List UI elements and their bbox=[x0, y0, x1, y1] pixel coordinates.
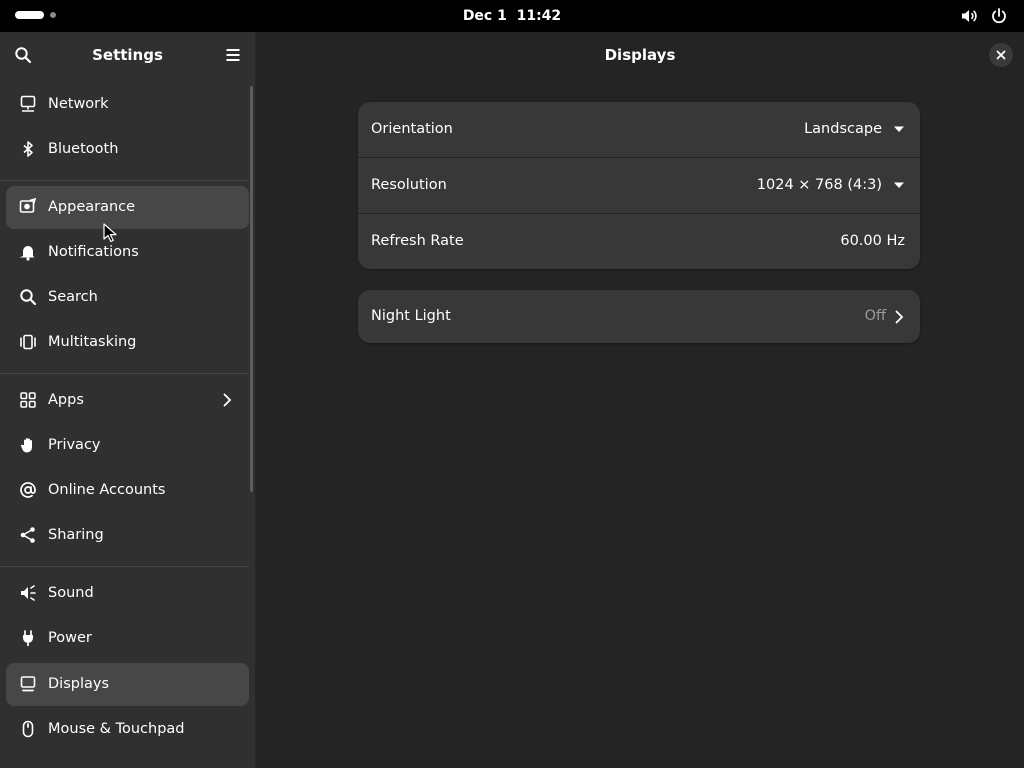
bluetooth-icon bbox=[23, 141, 33, 157]
sidebar-item-bluetooth[interactable]: Bluetooth bbox=[6, 128, 249, 171]
share-icon bbox=[20, 527, 35, 543]
resolution-value[interactable]: 1024 × 768 (4:3) bbox=[757, 158, 882, 213]
mouse-pointer-icon bbox=[103, 223, 117, 243]
sidebar-item-label: Notifications bbox=[48, 244, 139, 260]
sidebar-item-notifications[interactable]: Notifications bbox=[6, 231, 249, 274]
clock[interactable]: Dec 1 11:42 bbox=[0, 0, 1024, 32]
volume-icon[interactable] bbox=[960, 7, 978, 25]
sidebar-item-label: Sound bbox=[48, 585, 94, 601]
sidebar-item-appearance[interactable]: Appearance bbox=[6, 186, 249, 229]
refresh-rate-row: Refresh Rate 60.00 Hz bbox=[358, 213, 920, 269]
clock-date: Dec 1 bbox=[462, 8, 507, 24]
night-light-row[interactable]: Night Light Off bbox=[358, 290, 920, 343]
appearance-icon bbox=[19, 198, 37, 213]
sidebar-header: Settings bbox=[0, 32, 255, 78]
dropdown-arrow-icon[interactable] bbox=[893, 124, 905, 134]
resolution-row[interactable]: Resolution 1024 × 768 (4:3) bbox=[358, 157, 920, 213]
search-icon bbox=[20, 289, 37, 306]
orientation-row[interactable]: Orientation Landscape bbox=[358, 102, 920, 157]
close-icon bbox=[996, 50, 1006, 60]
sidebar-item-sound[interactable]: Sound bbox=[6, 572, 249, 615]
refresh-rate-value: 60.00 Hz bbox=[840, 233, 905, 249]
chevron-right-icon bbox=[223, 393, 232, 407]
sidebar: Settings Network Bluetooth Appearance No… bbox=[0, 32, 256, 768]
sidebar-title: Settings bbox=[92, 46, 163, 64]
clock-time: 11:42 bbox=[516, 8, 562, 24]
resolution-label: Resolution bbox=[371, 177, 447, 193]
system-tray[interactable] bbox=[960, 7, 1008, 25]
refresh-rate-label: Refresh Rate bbox=[371, 233, 464, 249]
sidebar-item-label: Sharing bbox=[48, 527, 104, 543]
top-bar: Dec 1 11:42 bbox=[0, 0, 1024, 32]
sidebar-item-power[interactable]: Power bbox=[6, 617, 249, 660]
dropdown-arrow-icon[interactable] bbox=[893, 180, 905, 190]
sidebar-item-apps[interactable]: Apps bbox=[6, 379, 249, 422]
sidebar-item-label: Privacy bbox=[48, 437, 101, 453]
chevron-right-icon bbox=[895, 310, 904, 324]
sidebar-item-multitasking[interactable]: Multitasking bbox=[6, 321, 249, 364]
apps-grid-icon bbox=[20, 392, 36, 408]
sidebar-item-label: Bluetooth bbox=[48, 141, 119, 157]
close-button[interactable] bbox=[989, 43, 1013, 67]
sidebar-separator bbox=[0, 180, 249, 181]
display-settings-card: Orientation Landscape Resolution 1024 × … bbox=[358, 102, 920, 269]
mouse-icon bbox=[22, 720, 34, 738]
sidebar-item-sharing[interactable]: Sharing bbox=[6, 514, 249, 557]
sidebar-item-search[interactable]: Search bbox=[6, 276, 249, 319]
sidebar-item-label: Mouse & Touchpad bbox=[48, 721, 185, 737]
network-icon bbox=[20, 95, 36, 112]
multitasking-icon bbox=[20, 334, 36, 350]
sidebar-item-label: Search bbox=[48, 289, 98, 305]
sidebar-item-label: Online Accounts bbox=[48, 482, 166, 498]
sidebar-separator bbox=[0, 373, 249, 374]
sidebar-item-network[interactable]: Network bbox=[6, 83, 249, 126]
orientation-label: Orientation bbox=[371, 121, 453, 137]
monitor-icon bbox=[20, 676, 36, 692]
sidebar-item-label: Apps bbox=[48, 392, 84, 408]
sidebar-item-label: Network bbox=[48, 96, 109, 112]
night-light-status: Off bbox=[864, 308, 886, 324]
sidebar-item-label: Displays bbox=[48, 676, 110, 692]
plug-icon bbox=[23, 630, 33, 646]
sidebar-separator bbox=[0, 566, 249, 567]
sidebar-item-label: Power bbox=[48, 630, 92, 646]
hand-icon bbox=[20, 438, 32, 453]
sidebar-item-privacy[interactable]: Privacy bbox=[6, 424, 249, 467]
night-light-label: Night Light bbox=[371, 308, 451, 324]
sidebar-item-mouse-touchpad[interactable]: Mouse & Touchpad bbox=[6, 708, 249, 751]
sidebar-item-online-accounts[interactable]: Online Accounts bbox=[6, 469, 249, 512]
sidebar-scrollbar[interactable] bbox=[250, 86, 253, 492]
sidebar-item-label: Multitasking bbox=[48, 334, 137, 350]
hamburger-menu-icon[interactable] bbox=[224, 46, 242, 64]
page-title: Displays bbox=[604, 46, 676, 64]
bell-icon bbox=[19, 246, 35, 261]
night-light-card: Night Light Off bbox=[358, 290, 920, 343]
sidebar-item-displays[interactable]: Displays bbox=[6, 663, 249, 706]
orientation-value[interactable]: Landscape bbox=[804, 102, 882, 157]
at-icon bbox=[20, 482, 36, 498]
speaker-icon bbox=[21, 585, 36, 601]
power-icon[interactable] bbox=[990, 7, 1008, 25]
main-panel: Displays Orientation Landscape Resolutio… bbox=[256, 32, 1024, 768]
sidebar-item-label: Appearance bbox=[48, 199, 136, 215]
